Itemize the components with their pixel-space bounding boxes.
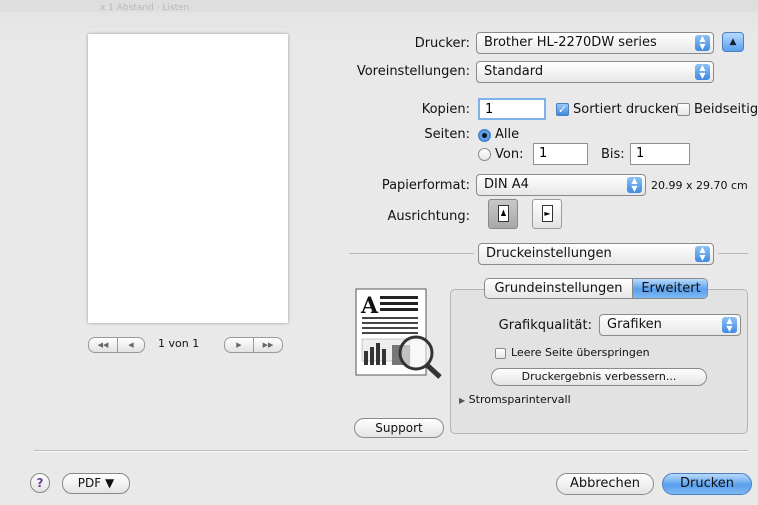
duplex-checkbox[interactable] — [677, 103, 690, 116]
tab-grundeinstellungen[interactable]: Grundeinstellungen — [485, 279, 633, 298]
skip-blank-page-label: Leere Seite überspringen — [511, 346, 650, 359]
paper-size-label: Papierformat: — [381, 178, 470, 193]
pages-label: Seiten: — [424, 127, 470, 142]
duplex-label: Beidseitig — [694, 102, 758, 117]
sleep-time-disclosure[interactable]: ▶ Stromsparintervall — [459, 393, 571, 406]
orientation-landscape-button[interactable]: ► — [532, 199, 562, 229]
separator-right — [718, 253, 748, 254]
graphics-quality-value: Grafiken — [607, 317, 662, 332]
portrait-icon: ♟ — [498, 205, 509, 222]
page-counter: 1 von 1 — [158, 337, 200, 350]
graphics-quality-label: Grafikqualität: — [498, 318, 592, 333]
print-dialog: x 1 Abstand · Listen ◀◀ ◀ 1 von 1 ▶ ▶▶ D… — [0, 0, 758, 505]
settings-panel — [450, 289, 748, 434]
support-button[interactable]: Support — [354, 418, 444, 438]
pages-all-label: Alle — [495, 127, 520, 142]
paper-dimensions: 20.99 x 29.70 cm — [651, 179, 748, 192]
landscape-icon: ► — [542, 205, 553, 222]
presets-select[interactable]: Standard ▲ ▼ — [476, 61, 714, 83]
updown-arrows-icon: ▲ ▼ — [695, 246, 710, 262]
collate-label: Sortiert drucken — [573, 102, 679, 117]
cancel-button[interactable]: Abbrechen — [556, 473, 654, 495]
svg-text:A: A — [360, 293, 379, 319]
presets-label: Voreinstellungen: — [356, 64, 470, 79]
graphics-quality-select[interactable]: Grafiken ▲ ▼ — [599, 314, 741, 336]
copies-label: Kopien: — [421, 102, 470, 117]
pages-from-label: Von: — [495, 147, 524, 162]
triangle-up-icon: ▲ — [729, 37, 737, 47]
printer-label: Drucker: — [414, 36, 470, 51]
pages-from-field[interactable]: 1 — [533, 143, 588, 165]
section-select[interactable]: Druckeinstellungen ▲ ▼ — [478, 243, 714, 265]
previous-page-button[interactable]: ◀ — [117, 337, 145, 353]
orientation-label: Ausrichtung: — [387, 209, 470, 224]
separator-left — [349, 253, 474, 254]
quality-illustration-icon: A — [354, 287, 444, 379]
skip-blank-page-checkbox[interactable] — [495, 348, 506, 359]
updown-arrows-icon: ▲ ▼ — [695, 35, 710, 51]
pages-to-field[interactable]: 1 — [630, 143, 690, 165]
tab-bar: Grundeinstellungen Erweitert — [484, 278, 708, 299]
disclosure-triangle-icon: ▶ — [459, 396, 466, 405]
pages-all-radio[interactable] — [478, 129, 491, 142]
help-icon: ? — [36, 476, 44, 490]
sleep-time-label: Stromsparintervall — [468, 393, 571, 406]
print-button[interactable]: Drucken — [662, 473, 752, 495]
page-preview — [88, 34, 288, 323]
updown-arrows-icon: ▲ ▼ — [722, 317, 737, 333]
last-page-button[interactable]: ▶▶ — [253, 337, 283, 353]
printer-value: Brother HL-2270DW series — [484, 35, 657, 50]
paper-size-select[interactable]: DIN A4 ▲ ▼ — [476, 174, 646, 196]
collate-checkbox[interactable]: ✓ — [556, 103, 569, 116]
bottom-separator-highlight — [34, 451, 748, 452]
updown-arrows-icon: ▲ ▼ — [627, 177, 642, 193]
presets-value: Standard — [484, 64, 544, 79]
help-button[interactable]: ? — [30, 473, 50, 493]
orientation-portrait-button[interactable]: ♟ — [488, 199, 518, 229]
improve-output-button[interactable]: Druckergebnis verbessern... — [491, 368, 707, 386]
pdf-menu-button[interactable]: PDF ▼ — [62, 473, 130, 494]
first-page-button[interactable]: ◀◀ — [88, 337, 118, 353]
pages-from-radio[interactable] — [478, 148, 491, 161]
printer-select[interactable]: Brother HL-2270DW series ▲ ▼ — [476, 32, 714, 54]
tab-erweitert[interactable]: Erweitert — [633, 279, 707, 298]
paper-size-value: DIN A4 — [484, 177, 529, 192]
disclosure-button[interactable]: ▲ — [722, 32, 744, 52]
next-page-button[interactable]: ▶ — [224, 337, 254, 353]
copies-field[interactable]: 1 — [478, 98, 546, 120]
updown-arrows-icon: ▲ ▼ — [695, 64, 710, 80]
pages-to-label: Bis: — [601, 147, 625, 162]
section-value: Druckeinstellungen — [486, 246, 612, 261]
